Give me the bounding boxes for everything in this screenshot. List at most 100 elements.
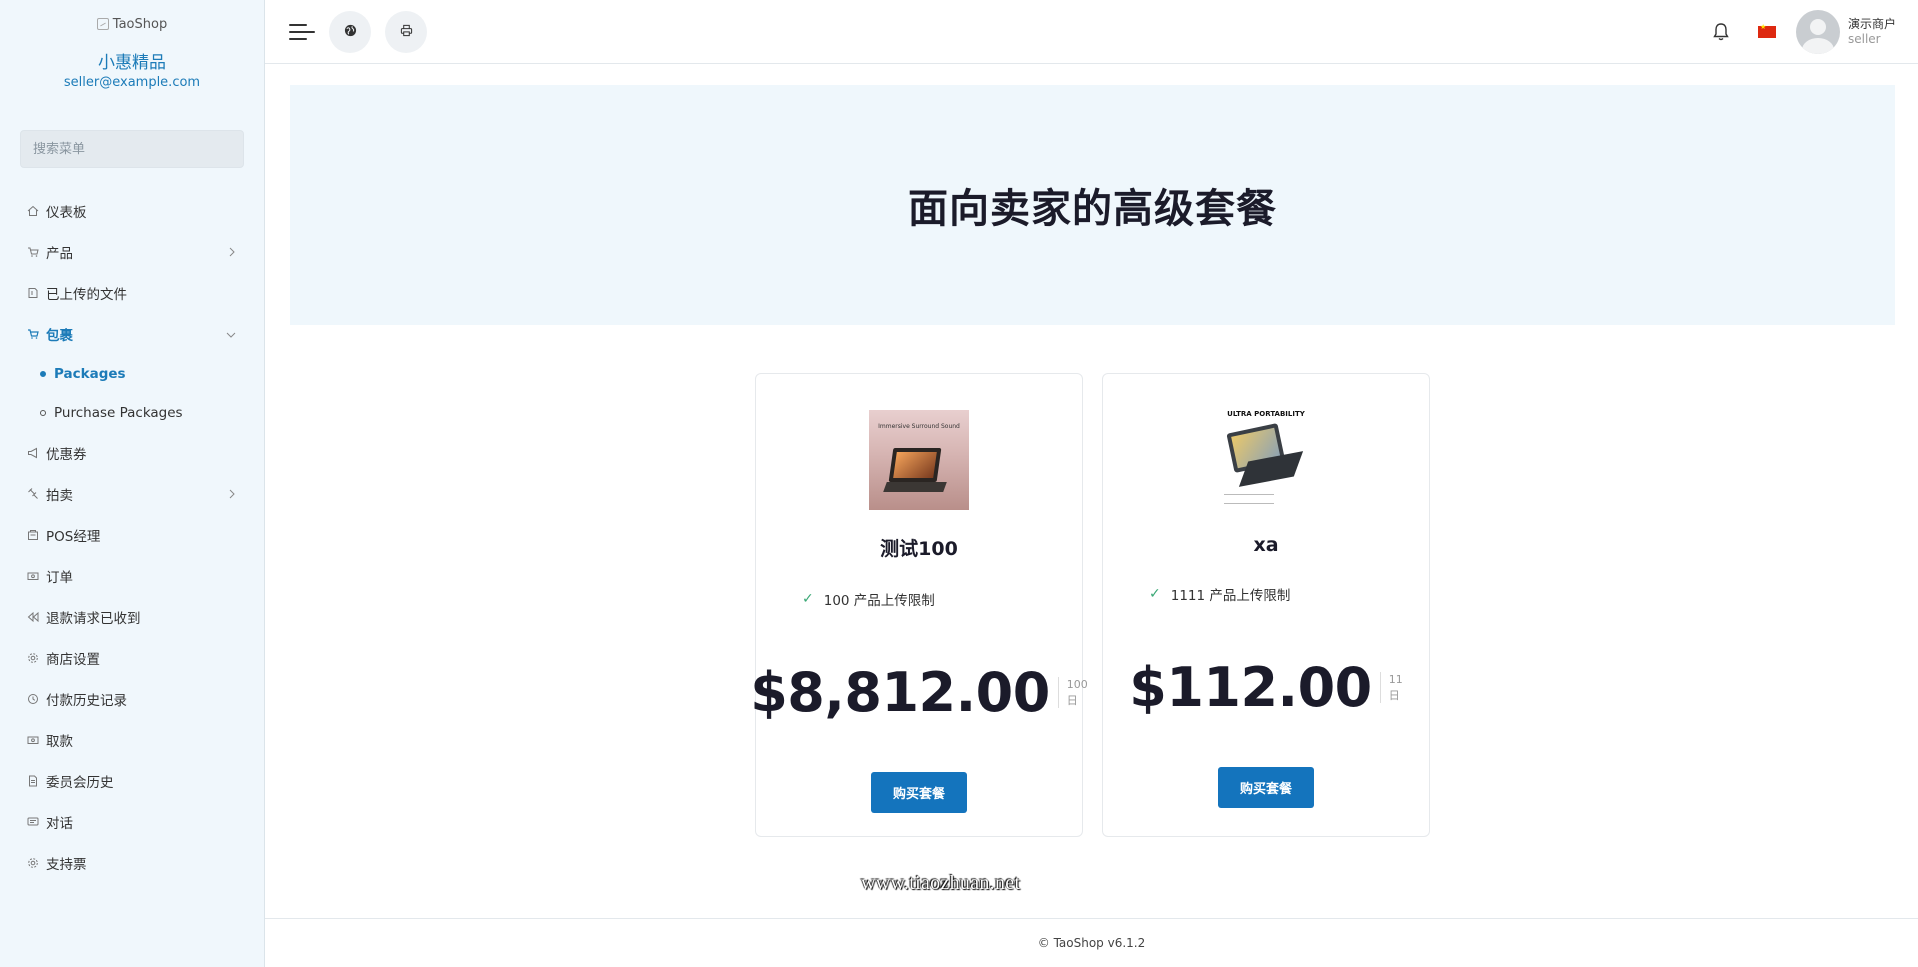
sidebar-item-conversations[interactable]: 对话 — [0, 801, 264, 842]
package-image: ULTRA PORTABILITY — [1216, 410, 1316, 510]
language-flag-icon[interactable] — [1757, 23, 1776, 38]
shop-logo-alt: TaoShop — [112, 16, 168, 32]
folder-icon — [26, 286, 39, 299]
user-role: seller — [1847, 32, 1881, 46]
globe-icon — [344, 22, 357, 41]
megaphone-icon — [26, 446, 39, 459]
home-icon — [26, 204, 39, 217]
cart-icon — [26, 327, 39, 340]
sidebar-item-orders[interactable]: 订单 — [0, 555, 264, 596]
bell-icon[interactable] — [1712, 22, 1730, 42]
package-price-row: $112.00 11 日 — [1103, 656, 1429, 719]
top-header: 演示商户 seller — [265, 0, 1918, 64]
sidebar-item-label: 退款请求已收到 — [46, 610, 141, 627]
sidebar-item-products[interactable]: 产品 — [0, 231, 264, 272]
support-icon — [26, 856, 39, 869]
sidebar-item-packages[interactable]: 包裹 — [0, 313, 264, 354]
package-feature-text: 100 产品上传限制 — [823, 593, 935, 609]
sidebar-item-label: 订单 — [46, 569, 73, 586]
footer-copyright: © TaoShop v6.1.2 — [1037, 936, 1146, 950]
package-feature: ✓ 100 产品上传限制 — [756, 589, 1082, 609]
page-title: 面向卖家的高级套餐 — [908, 186, 1277, 232]
check-icon: ✓ — [1149, 586, 1161, 602]
sidebar-item-label: 委员会历史 — [46, 774, 114, 791]
package-duration-value: 100 — [1066, 678, 1088, 692]
check-icon: ✓ — [802, 591, 814, 607]
package-feature-text: 1111 产品上传限制 — [1170, 588, 1291, 604]
chat-icon — [26, 815, 39, 828]
sidebar-item-label: 取款 — [46, 733, 73, 750]
sidebar-item-label: 付款历史记录 — [46, 692, 127, 709]
sidebar-item-refund-requests[interactable]: 退款请求已收到 — [0, 596, 264, 637]
package-price: $8,812.00 — [750, 661, 1050, 724]
menu-toggle-icon[interactable] — [289, 20, 315, 44]
package-name: 测试100 — [880, 538, 958, 560]
sidebar-item-label: 包裹 — [46, 327, 73, 344]
bullet-icon — [40, 409, 46, 416]
pos-icon — [26, 528, 39, 541]
sidebar-item-label: 支持票 — [46, 856, 87, 873]
chevron-right-icon — [228, 245, 236, 261]
package-duration: 11 日 — [1379, 672, 1403, 703]
file-icon — [26, 774, 39, 787]
sidebar-nav: 仪表板 产品 已上传的文件 包裹 Packages Purchase Packa… — [0, 190, 264, 883]
broken-image-icon — [96, 18, 109, 30]
shop-email: seller@example.com — [63, 75, 201, 90]
user-info[interactable]: 演示商户 seller — [1848, 17, 1896, 47]
footer: © TaoShop v6.1.2 — [265, 918, 1918, 967]
package-image: Immersive Surround Sound — [869, 410, 969, 510]
sidebar-item-uploaded-files[interactable]: 已上传的文件 — [0, 272, 264, 313]
package-price-row: $8,812.00 100 日 — [750, 661, 1088, 724]
sidebar-item-dashboard[interactable]: 仪表板 — [0, 190, 264, 231]
sidebar-item-label: 对话 — [46, 815, 73, 832]
sidebar-item-label: 已上传的文件 — [46, 286, 127, 303]
purchase-package-button[interactable]: 购买套餐 — [871, 772, 967, 813]
package-name: xa — [1253, 534, 1279, 556]
sidebar-subitem-label: Purchase Packages — [54, 404, 183, 421]
sidebar-item-shop-settings[interactable]: 商店设置 — [0, 637, 264, 678]
shop-name: 小惠精品 — [98, 53, 166, 73]
sidebar-item-label: 仪表板 — [46, 204, 87, 221]
package-image-caption: ULTRA PORTABILITY — [1227, 410, 1305, 418]
sidebar-item-support-tickets[interactable]: 支持票 — [0, 842, 264, 883]
chevron-right-icon — [228, 487, 236, 503]
sidebar-item-label: 拍卖 — [46, 487, 73, 504]
cart-icon — [26, 245, 39, 258]
chevron-down-icon — [226, 327, 236, 343]
hero-banner: 面向卖家的高级套餐 — [290, 85, 1895, 325]
shop-logo[interactable]: TaoShop — [0, 14, 264, 34]
brand: TaoShop 小惠精品 seller@example.com — [0, 0, 264, 91]
sidebar-item-pos-manager[interactable]: POS经理 — [0, 514, 264, 555]
user-name: 演示商户 — [1847, 17, 1896, 31]
gavel-icon — [26, 487, 39, 500]
sidebar-item-payment-history[interactable]: 付款历史记录 — [0, 678, 264, 719]
sidebar-subitem-packages[interactable]: Packages — [0, 354, 264, 393]
sidebar-item-label: POS经理 — [46, 528, 101, 545]
globe-button[interactable] — [329, 10, 371, 53]
sidebar-subitem-purchase-packages[interactable]: Purchase Packages — [0, 393, 264, 432]
package-card: ULTRA PORTABILITY xa ✓ 1111 产品上传限制 $112.… — [1102, 373, 1430, 837]
money-icon — [26, 733, 39, 746]
sidebar-item-withdraw[interactable]: 取款 — [0, 719, 264, 760]
package-duration: 100 日 — [1057, 677, 1088, 708]
package-duration-unit: 日 — [1066, 693, 1078, 707]
history-icon — [26, 692, 39, 705]
gear-icon — [26, 651, 39, 664]
package-feature: ✓ 1111 产品上传限制 — [1103, 584, 1429, 604]
print-button[interactable] — [385, 10, 427, 53]
bullet-icon — [40, 370, 46, 377]
sidebar-item-label: 产品 — [46, 245, 73, 262]
backward-icon — [26, 610, 39, 623]
sidebar-item-label: 商店设置 — [46, 651, 100, 668]
package-price: $112.00 — [1129, 656, 1372, 719]
menu-search-input[interactable] — [20, 130, 244, 168]
sidebar-item-commission-history[interactable]: 委员会历史 — [0, 760, 264, 801]
package-duration-unit: 日 — [1388, 688, 1400, 702]
avatar[interactable] — [1795, 10, 1840, 54]
package-image-caption: Immersive Surround Sound — [878, 423, 960, 430]
watermark: www.tiaozhuan.net — [861, 872, 1021, 894]
sidebar-item-auction[interactable]: 拍卖 — [0, 473, 264, 514]
sidebar-item-coupons[interactable]: 优惠券 — [0, 432, 264, 473]
purchase-package-button[interactable]: 购买套餐 — [1218, 767, 1314, 808]
sidebar: TaoShop 小惠精品 seller@example.com 仪表板 产品 已… — [0, 0, 265, 967]
